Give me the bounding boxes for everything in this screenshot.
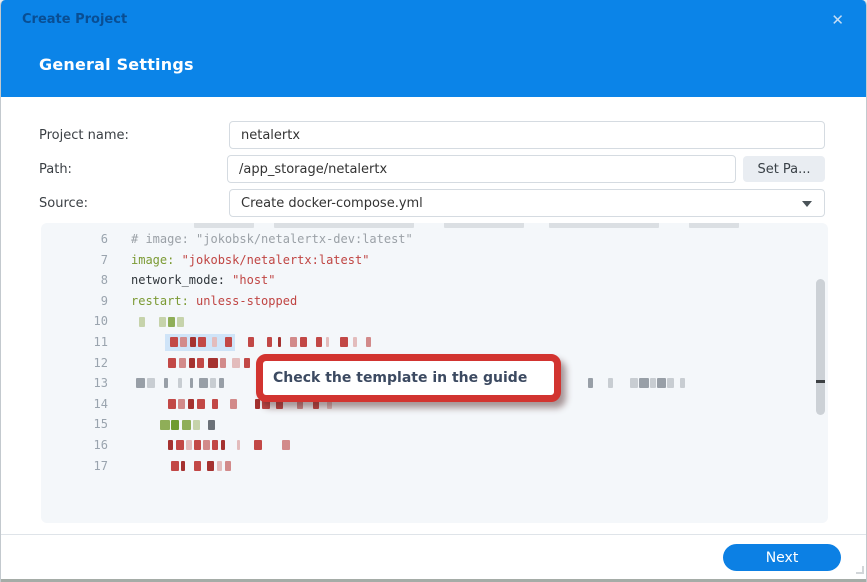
close-icon[interactable]: ✕ [831, 11, 844, 29]
project-name-label: Project name: [39, 128, 229, 143]
clipped-code-line [154, 223, 739, 228]
code-line: 8network_mode: "host" [41, 270, 828, 291]
path-label: Path: [39, 162, 227, 177]
code-line: 11 [41, 332, 828, 353]
section-title: General Settings [39, 55, 194, 74]
create-project-dialog: Create Project ✕ General Settings Projec… [0, 0, 867, 582]
line-number: 17 [41, 456, 131, 477]
path-row: Path: /app_storage/netalertx Set Pa... [39, 155, 825, 183]
chevron-down-icon [802, 201, 812, 207]
annotation-text: Check the template in the guide [273, 370, 527, 386]
scrollbar-mark [816, 380, 825, 383]
code-line: 15 [41, 414, 828, 435]
code-lines: 6# image: "jokobsk/netalertx-dev:latest"… [41, 229, 828, 476]
dialog-footer: Next [1, 534, 866, 579]
project-name-input[interactable]: netalertx [229, 121, 825, 149]
line-number: 15 [41, 414, 131, 435]
code-line: 7image: "jokobsk/netalertx:latest" [41, 250, 828, 271]
line-number: 6 [41, 229, 131, 250]
line-number: 11 [41, 332, 131, 353]
code-line: 10 [41, 311, 828, 332]
line-number: 10 [41, 311, 131, 332]
dialog-title: Create Project [22, 12, 127, 27]
annotation-callout: Check the template in the guide [256, 354, 561, 402]
source-label: Source: [39, 196, 229, 211]
code-line: 17 [41, 456, 828, 477]
source-row: Source: Create docker-compose.yml [39, 189, 825, 217]
line-number: 13 [41, 373, 131, 394]
line-number: 14 [41, 394, 131, 415]
line-number: 16 [41, 435, 131, 456]
compose-editor[interactable]: 6# image: "jokobsk/netalertx-dev:latest"… [41, 223, 828, 523]
set-path-button[interactable]: Set Pa... [743, 156, 825, 182]
code-line: 9restart: unless-stopped [41, 291, 828, 312]
line-number: 9 [41, 291, 131, 312]
source-select[interactable]: Create docker-compose.yml [229, 189, 825, 217]
line-number: 7 [41, 250, 131, 271]
editor-scrollbar-thumb[interactable] [816, 279, 825, 415]
source-select-value: Create docker-compose.yml [241, 196, 423, 211]
code-line: 16 [41, 435, 828, 456]
line-number: 8 [41, 270, 131, 291]
dialog-header: Create Project ✕ General Settings [1, 0, 866, 97]
next-button[interactable]: Next [723, 544, 841, 571]
code-line: 6# image: "jokobsk/netalertx-dev:latest" [41, 229, 828, 250]
line-number: 12 [41, 353, 131, 374]
path-input[interactable]: /app_storage/netalertx [227, 155, 736, 183]
general-settings-form: Project name: netalertx Path: /app_stora… [1, 97, 866, 217]
project-name-row: Project name: netalertx [39, 121, 825, 149]
resize-handle[interactable] [856, 566, 864, 574]
